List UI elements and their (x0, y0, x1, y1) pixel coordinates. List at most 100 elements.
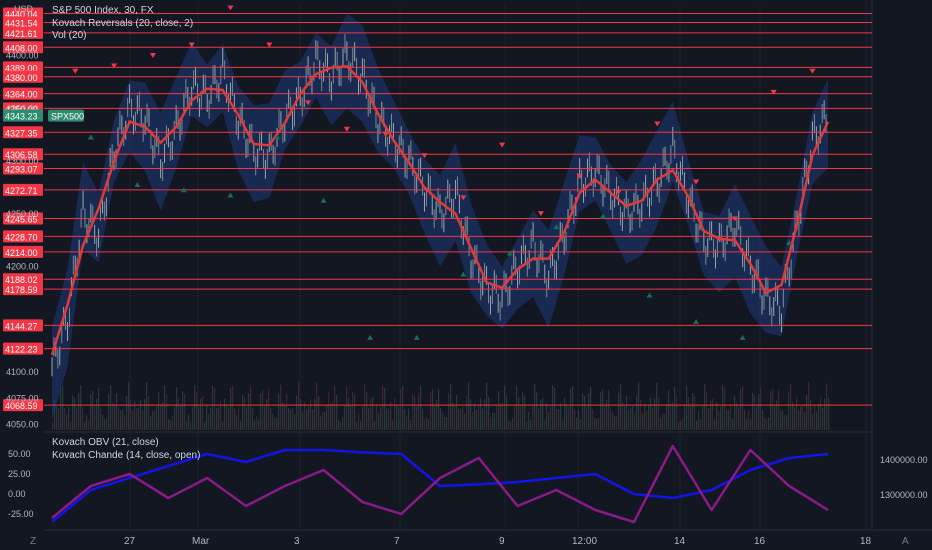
volume-bar (122, 409, 124, 430)
volume-bar (56, 406, 58, 430)
volume-bar (320, 416, 322, 430)
volume-bar (604, 404, 606, 430)
volume-bar (196, 392, 198, 430)
volume-bar (816, 411, 818, 430)
volume-bar (818, 404, 820, 430)
volume-bar (624, 406, 626, 430)
volume-bar (430, 392, 432, 430)
volume-bar (798, 410, 800, 430)
auto-scale-icon[interactable]: A (902, 536, 909, 547)
volume-bar (712, 398, 714, 430)
volume-bar (354, 394, 356, 430)
volume-bar (512, 417, 514, 430)
volume-bar (350, 405, 352, 430)
level-label: 4327.35 (5, 128, 38, 138)
volume-bar (150, 415, 152, 430)
volume-bar (556, 409, 558, 430)
volume-bar (200, 398, 202, 430)
volume-bar (566, 403, 568, 430)
volume-bar (530, 419, 532, 430)
volume-bar (218, 407, 220, 430)
volume-bar (130, 399, 132, 430)
volume-bar (640, 399, 642, 430)
volume-bar (414, 396, 416, 430)
x-axis-label: 7 (394, 536, 400, 547)
volume-bar (104, 419, 106, 430)
volume-bar (484, 398, 486, 430)
volume-bar (510, 421, 512, 430)
volume-bar (470, 399, 472, 430)
volume-bar (164, 385, 166, 430)
volume-bar (788, 392, 790, 430)
volume-bar (464, 413, 466, 430)
volume-bar (562, 419, 564, 430)
price-chart[interactable]: 4440.044431.544421.614408.004389.004380.… (0, 0, 932, 550)
volume-bar (198, 407, 200, 430)
volume-bar (208, 413, 210, 430)
volume-bar (192, 407, 194, 430)
volume-bar (472, 412, 474, 430)
volume-bar (306, 409, 308, 430)
volume-bar (274, 418, 276, 430)
volume-bar (180, 405, 182, 430)
volume-bar (468, 382, 470, 430)
volume-bar (382, 385, 384, 430)
volume-bar (544, 420, 546, 430)
volume-bar (588, 393, 590, 430)
volume-bar (590, 386, 592, 430)
volume-bar (520, 405, 522, 430)
volume-bar (806, 395, 808, 430)
indicator-tick-label: 50.00 (8, 449, 31, 459)
volume-bar (496, 404, 498, 430)
volume-bar (212, 385, 214, 430)
volume-bar (784, 414, 786, 430)
volume-bar (572, 386, 574, 430)
volume-bar (138, 407, 140, 430)
volume-bar (454, 406, 456, 430)
volume-bar (294, 414, 296, 430)
volume-bar (448, 393, 450, 430)
y-tick-label: 4100.00 (6, 367, 39, 377)
volume-bar (792, 402, 794, 430)
volume-bar (422, 408, 424, 430)
volume-bar (228, 407, 230, 430)
volume-bar (302, 411, 304, 430)
indicator-legend: Kovach Reversals (20, close, 2) (52, 18, 193, 29)
indicator-legend: Vol (20) (52, 30, 86, 41)
volume-bar (760, 387, 762, 430)
volume-bar (140, 400, 142, 430)
volume-bar (242, 394, 244, 430)
volume-bar (494, 412, 496, 430)
currency-label: USD (14, 4, 34, 14)
volume-bar (398, 407, 400, 430)
volume-bar (144, 398, 146, 430)
zoom-icon[interactable]: Z (30, 536, 36, 547)
volume-bar (444, 416, 446, 430)
volume-bar (632, 406, 634, 430)
volume-bar (732, 418, 734, 430)
volume-bar (808, 382, 810, 430)
level-label: 4364.00 (5, 90, 38, 100)
volume-bar (88, 420, 90, 430)
volume-bar (700, 418, 702, 430)
volume-bar (182, 391, 184, 430)
volume-bar (290, 409, 292, 430)
volume-bar (330, 403, 332, 430)
volume-bar (80, 385, 82, 430)
volume-bar (328, 391, 330, 430)
y-tick-label: 4050.00 (6, 420, 39, 430)
volume-bar (264, 404, 266, 430)
volume-bar (378, 412, 380, 430)
volume-bar (124, 414, 126, 430)
volume-bar (560, 402, 562, 430)
volume-bar (98, 387, 100, 430)
volume-bar (424, 419, 426, 430)
volume-bar (452, 402, 454, 430)
volume-bar (58, 408, 60, 430)
volume-bar (170, 420, 172, 430)
volume-bar (204, 421, 206, 430)
volume-bar (434, 404, 436, 430)
volume-bar (600, 392, 602, 430)
volume-bar (176, 387, 178, 430)
volume-bar (162, 402, 164, 430)
